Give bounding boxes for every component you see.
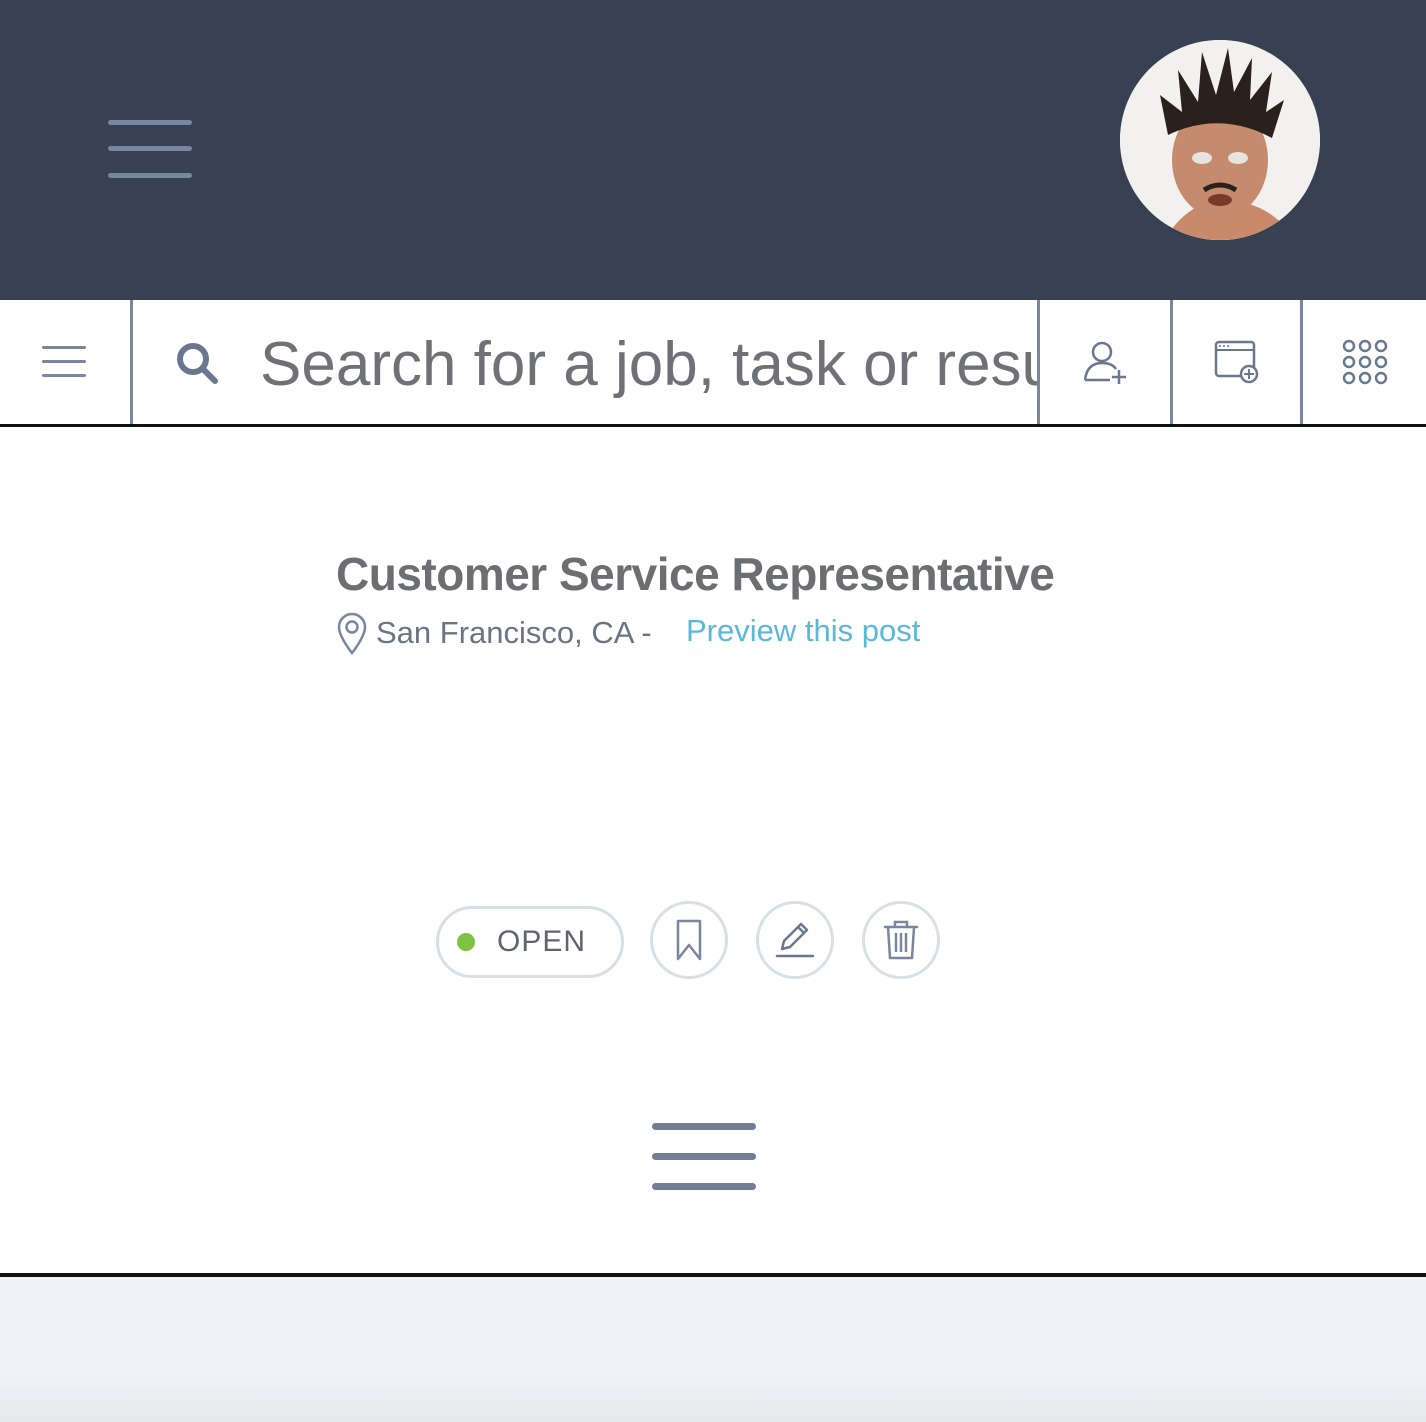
app-grid-button[interactable] <box>1303 300 1426 424</box>
app-header <box>0 0 1426 300</box>
toolbar-menu-icon[interactable] <box>0 300 130 424</box>
add-user-button[interactable] <box>1040 300 1170 424</box>
footer-area <box>0 1277 1426 1422</box>
user-avatar[interactable] <box>1120 40 1320 240</box>
job-title: Customer Service Representative <box>336 548 1055 600</box>
new-window-button[interactable] <box>1173 300 1300 424</box>
search-input[interactable] <box>260 322 1038 406</box>
bookmark-icon <box>676 919 702 961</box>
edit-button[interactable] <box>756 901 834 979</box>
status-label: OPEN <box>497 925 587 958</box>
toolbar-divider <box>130 300 133 424</box>
new-window-icon <box>1214 340 1258 384</box>
status-badge[interactable]: OPEN <box>436 906 624 978</box>
job-location: San Francisco, CA - <box>336 609 652 657</box>
bottom-menu-icon[interactable] <box>652 1123 756 1197</box>
avatar-photo <box>1120 40 1320 240</box>
trash-icon <box>883 920 919 960</box>
edit-icon <box>775 922 815 958</box>
search-bar <box>134 300 1038 424</box>
toolbar <box>0 300 1426 427</box>
map-pin-icon <box>337 612 367 655</box>
delete-button[interactable] <box>862 901 940 979</box>
location-text: San Francisco, CA - <box>376 615 652 650</box>
add-user-icon <box>1083 341 1126 384</box>
bookmark-button[interactable] <box>650 901 728 979</box>
app-grid-icon <box>1342 339 1387 385</box>
job-card: Customer Service Representative San Fran… <box>0 427 1426 1275</box>
status-dot-icon <box>457 933 475 951</box>
preview-post-link[interactable]: Preview this post <box>686 613 920 649</box>
header-menu-icon[interactable] <box>108 120 192 180</box>
hamburger-menu-icon <box>42 346 86 377</box>
search-icon[interactable] <box>174 340 220 386</box>
